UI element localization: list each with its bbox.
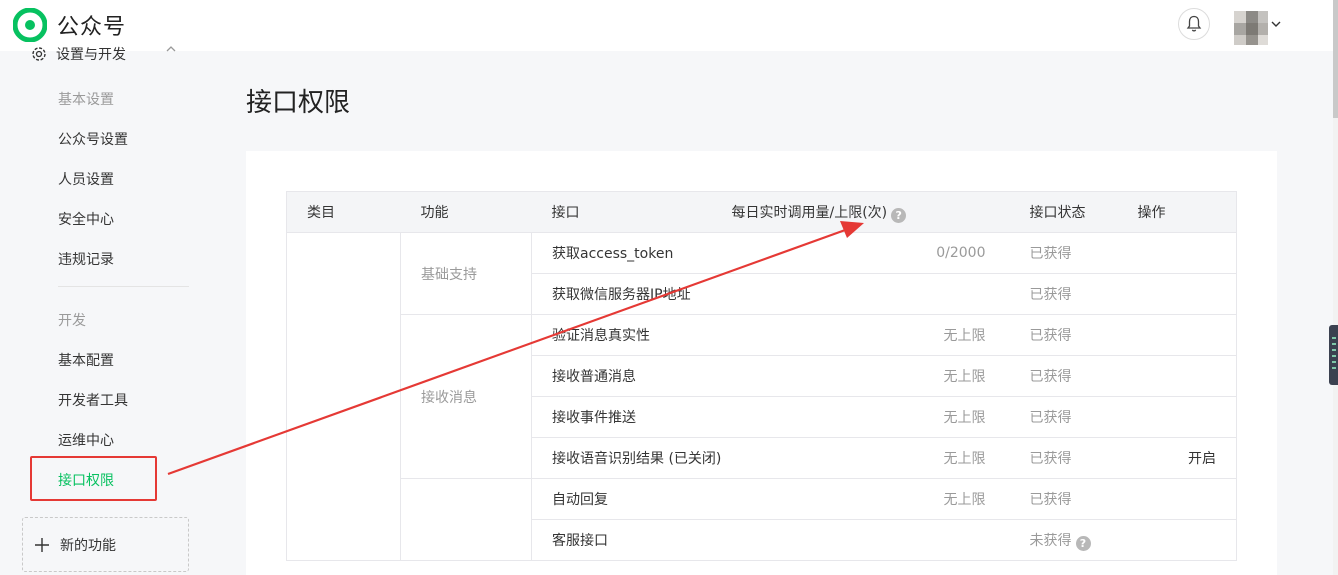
api-name-cell: 获取微信服务器IP地址 bbox=[531, 273, 732, 315]
operation-cell bbox=[1137, 355, 1237, 397]
sidebar-item-security-center[interactable]: 安全中心 bbox=[58, 209, 114, 229]
api-permissions-table: 类目 功能 接口 每日实时调用量/上限(次)? 接口状态 操作 基础支持 获取a… bbox=[286, 191, 1237, 561]
daily-limit-cell: 无上限 bbox=[731, 437, 1008, 479]
chevron-up-icon[interactable] bbox=[164, 42, 178, 56]
daily-limit-cell: 无上限 bbox=[731, 314, 1008, 356]
help-icon[interactable]: ? bbox=[891, 207, 907, 223]
sidebar-item-ops-center[interactable]: 运维中心 bbox=[58, 430, 114, 450]
top-bar: 公众号 bbox=[0, 0, 1338, 51]
function-cell: 基础支持 bbox=[400, 232, 532, 315]
api-name-cell: 接收语音识别结果 (已关闭) bbox=[531, 437, 732, 479]
new-feature-label: 新的功能 bbox=[60, 537, 116, 554]
sidebar-item-developer-tools[interactable]: 开发者工具 bbox=[58, 390, 128, 410]
account-avatar[interactable] bbox=[1234, 11, 1268, 45]
sidebar-section-settings[interactable]: 设置与开发 bbox=[30, 44, 176, 64]
daily-limit-cell: 无上限 bbox=[731, 478, 1008, 520]
sidebar-item-account-settings[interactable]: 公众号设置 bbox=[58, 129, 128, 149]
sidebar-item-member-settings[interactable]: 人员设置 bbox=[58, 169, 114, 189]
scrollbar-thumb[interactable] bbox=[1333, 0, 1338, 118]
table-header-row: 类目 功能 接口 每日实时调用量/上限(次)? 接口状态 操作 bbox=[286, 191, 1237, 233]
daily-limit-cell: 0/2000 bbox=[731, 232, 1008, 274]
sidebar: 设置与开发 基本设置 公众号设置 人员设置 安全中心 违规记录 开发 基本配置 … bbox=[0, 46, 220, 575]
chevron-down-icon[interactable] bbox=[1270, 18, 1282, 30]
operation-cell bbox=[1137, 519, 1237, 561]
status-cell: 已获得 bbox=[1007, 437, 1138, 479]
column-header-category: 类目 bbox=[286, 191, 401, 233]
column-header-function: 功能 bbox=[400, 191, 532, 233]
api-name-cell: 获取access_token bbox=[531, 232, 732, 274]
column-header-api: 接口 bbox=[531, 191, 732, 233]
sidebar-item-basic-config[interactable]: 基本配置 bbox=[58, 350, 114, 370]
help-icon[interactable]: ? bbox=[1075, 535, 1091, 551]
daily-limit-cell bbox=[731, 519, 1008, 561]
status-cell: 已获得 bbox=[1007, 273, 1138, 315]
gear-icon bbox=[32, 47, 46, 61]
api-name-cell: 验证消息真实性 bbox=[531, 314, 732, 356]
notification-button[interactable] bbox=[1178, 8, 1210, 40]
sidebar-group-basic: 基本设置 bbox=[58, 92, 114, 108]
plus-icon bbox=[35, 537, 49, 552]
status-cell: 已获得 bbox=[1007, 314, 1138, 356]
table-row: 接收消息 验证消息真实性 无上限 已获得 bbox=[287, 314, 1237, 479]
sidebar-section-title: 设置与开发 bbox=[56, 47, 126, 63]
operation-cell bbox=[1137, 273, 1237, 315]
status-cell: 已获得 bbox=[1007, 232, 1138, 274]
status-text: 未获得 bbox=[1029, 532, 1072, 549]
page-title: 接口权限 bbox=[246, 88, 351, 118]
bell-icon bbox=[1186, 15, 1202, 32]
function-cell bbox=[400, 478, 532, 561]
function-cell: 接收消息 bbox=[400, 314, 532, 479]
api-name-cell: 自动回复 bbox=[531, 478, 732, 520]
daily-limit-cell bbox=[731, 273, 1008, 315]
brand-title: 公众号 bbox=[57, 15, 127, 40]
enable-link[interactable]: 开启 bbox=[1137, 437, 1237, 479]
column-header-daily-limit: 每日实时调用量/上限(次)? bbox=[731, 191, 1008, 233]
api-name-cell: 客服接口 bbox=[531, 519, 732, 561]
sidebar-divider bbox=[58, 286, 189, 287]
api-name-cell: 接收事件推送 bbox=[531, 396, 732, 438]
daily-limit-cell: 无上限 bbox=[731, 355, 1008, 397]
api-name-cell: 接收普通消息 bbox=[531, 355, 732, 397]
column-header-daily-limit-label: 每日实时调用量/上限(次) bbox=[731, 204, 888, 221]
sidebar-group-develop: 开发 bbox=[58, 313, 86, 329]
floating-widget[interactable] bbox=[1329, 325, 1338, 385]
sidebar-item-violation-records[interactable]: 违规记录 bbox=[58, 249, 114, 269]
operation-cell bbox=[1137, 232, 1237, 274]
status-cell: 已获得 bbox=[1007, 396, 1138, 438]
annotation-highlight-box bbox=[30, 456, 157, 501]
operation-cell bbox=[1137, 396, 1237, 438]
column-header-operation: 操作 bbox=[1137, 191, 1237, 233]
category-cell bbox=[286, 232, 401, 561]
wechat-official-account-logo[interactable] bbox=[13, 8, 47, 42]
operation-cell bbox=[1137, 478, 1237, 520]
table-row: 自动回复 无上限 已获得 bbox=[287, 478, 1237, 561]
daily-limit-cell: 无上限 bbox=[731, 396, 1008, 438]
status-cell: 已获得 bbox=[1007, 478, 1138, 520]
column-header-status: 接口状态 bbox=[1007, 191, 1138, 233]
new-feature-button[interactable]: 新的功能 bbox=[22, 517, 189, 572]
operation-cell bbox=[1137, 314, 1237, 356]
table-row: 基础支持 获取access_token 0/2000 已获得 bbox=[286, 232, 1237, 561]
status-cell: 未获得? bbox=[1007, 519, 1138, 561]
status-cell: 已获得 bbox=[1007, 355, 1138, 397]
